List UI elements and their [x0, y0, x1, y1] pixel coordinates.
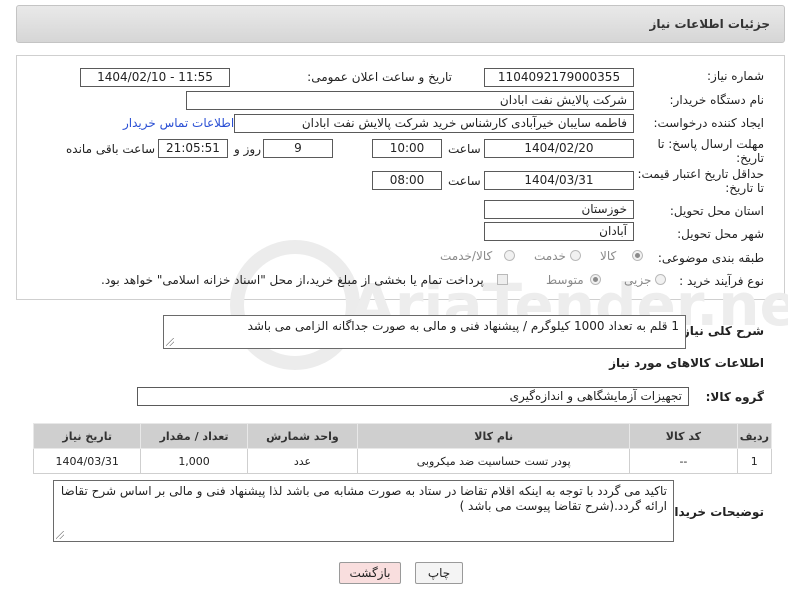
page-header: جزئیات اطلاعات نیاز	[16, 5, 785, 43]
treasury-checkbox[interactable]	[497, 274, 508, 285]
announce-datetime-field: 1404/02/10 - 11:55	[80, 68, 230, 87]
resize-grip[interactable]	[56, 531, 64, 539]
days-remaining-field: 9	[263, 139, 333, 158]
purchase-option-medium: متوسط	[546, 273, 584, 287]
reply-deadline-label: مهلت ارسال پاسخ: تا تاریخ:	[657, 137, 764, 165]
goods-group-label: گروه کالا:	[705, 390, 764, 404]
buyer-notes-text: تاکید می گردد با توجه به اینکه اقلام تقا…	[60, 484, 667, 513]
purchase-radio-medium[interactable]	[590, 274, 601, 285]
requester-label: ایجاد کننده درخواست:	[653, 116, 764, 130]
need-number-label: شماره نیاز:	[707, 69, 764, 83]
validity-date-field: 1404/03/31	[484, 171, 634, 190]
buyer-notes-textarea[interactable]: تاکید می گردد با توجه به اینکه اقلام تقا…	[53, 480, 674, 542]
category-label: طبقه بندی موضوعی:	[657, 251, 764, 265]
col-date-header: تاریخ نیاز	[32, 423, 142, 449]
category-radio-goods[interactable]	[632, 250, 643, 261]
description-textarea[interactable]: 1 قلم به تعداد 1000 کیلوگرم / پیشنهاد فن…	[163, 315, 686, 349]
buyer-contact-link[interactable]: اطلاعات تماس خریدار	[123, 116, 234, 130]
remaining-label: ساعت باقی مانده	[66, 142, 156, 156]
purchase-option-minor: جزیی	[624, 273, 652, 287]
cell-name: پودر تست حساسیت ضد میکروبی	[357, 448, 631, 474]
province-label: استان محل تحویل:	[669, 204, 764, 218]
validity-time-label: ساعت	[448, 174, 481, 188]
cell-unit: عدد	[246, 448, 359, 474]
print-button[interactable]: چاپ	[415, 562, 463, 584]
col-code-header: کد کالا	[629, 423, 738, 449]
city-field: آبادان	[484, 222, 634, 241]
category-option-goods-service: کالا/خدمت	[440, 249, 493, 263]
cell-qty: 1,000	[140, 448, 248, 474]
purchase-radio-minor[interactable]	[655, 274, 666, 285]
purchase-type-label: نوع فرآیند خرید :	[679, 274, 764, 288]
category-radio-goods-service[interactable]	[504, 250, 515, 261]
table-row: 1 -- پودر تست حساسیت ضد میکروبی عدد 1,00…	[32, 448, 773, 474]
category-option-goods: کالا	[600, 249, 617, 263]
countdown-field: 21:05:51	[158, 139, 228, 158]
need-number-field: 1104092179000355	[484, 68, 634, 87]
reply-date-field: 1404/02/20	[484, 139, 634, 158]
table-header-row: ردیف کد کالا نام کالا واحد شمارش تعداد /…	[32, 423, 773, 449]
category-option-service: خدمت	[534, 249, 566, 263]
col-qty-header: تعداد / مقدار	[140, 423, 248, 449]
back-button[interactable]: بازگشت	[339, 562, 401, 584]
category-radio-service[interactable]	[570, 250, 581, 261]
description-label: شرح کلی نیاز:	[678, 324, 764, 338]
validity-time-field: 08:00	[372, 171, 442, 190]
announce-date-label: تاریخ و ساعت اعلان عمومی:	[307, 70, 452, 84]
col-row-header: ردیف	[736, 423, 773, 449]
price-validity-label: حداقل تاریخ اعتبار قیمت: تا تاریخ:	[637, 167, 764, 195]
goods-info-heading: اطلاعات کالاهای مورد نیاز	[609, 356, 764, 370]
cell-row: 1	[736, 448, 773, 474]
goods-group-field: تجهیزات آزمایشگاهی و اندازه‌گیری	[137, 387, 689, 406]
city-label: شهر محل تحویل:	[677, 227, 764, 241]
treasury-note: پرداخت تمام یا بخشی از مبلغ خرید،از محل …	[101, 273, 484, 287]
goods-table: ردیف کد کالا نام کالا واحد شمارش تعداد /…	[32, 423, 773, 474]
cell-date: 1404/03/31	[32, 448, 142, 474]
cell-code: --	[629, 448, 738, 474]
page-title: جزئیات اطلاعات نیاز	[649, 17, 770, 31]
buyer-org-label: نام دستگاه خریدار:	[669, 93, 765, 107]
col-name-header: نام کالا	[357, 423, 631, 449]
buyer-org-field: شرکت پالایش نفت ابادان	[186, 91, 634, 110]
province-field: خوزستان	[484, 200, 634, 219]
buyer-notes-label: توضیحات خریدار:	[662, 505, 764, 519]
col-unit-header: واحد شمارش	[246, 423, 359, 449]
description-text: 1 قلم به تعداد 1000 کیلوگرم / پیشنهاد فن…	[247, 319, 679, 333]
days-and-label: روز و	[234, 142, 261, 156]
requester-field: فاطمه سایبان خیرآبادی کارشناس خرید شرکت …	[234, 114, 634, 133]
resize-grip[interactable]	[166, 338, 174, 346]
reply-time-label: ساعت	[448, 142, 481, 156]
reply-time-field: 10:00	[372, 139, 442, 158]
